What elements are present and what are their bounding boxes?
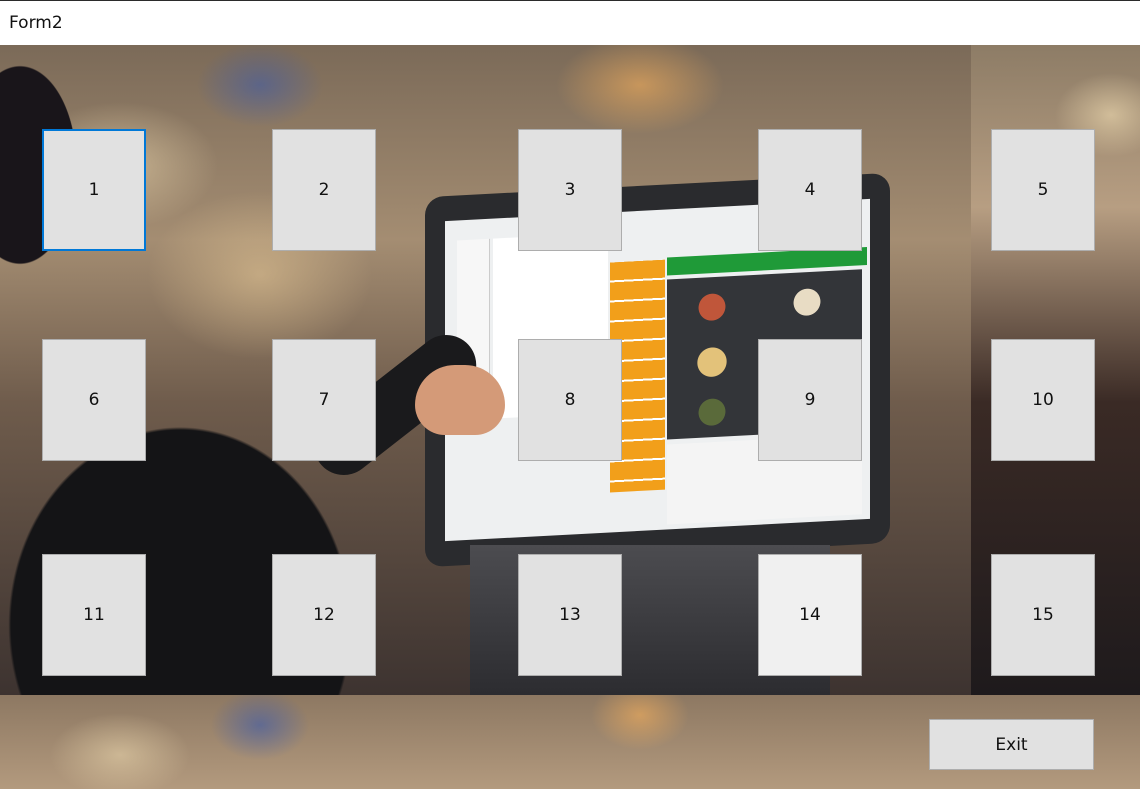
table-button-11[interactable]: 11 [42, 554, 146, 676]
background-person-hand [415, 365, 505, 435]
table-button-13[interactable]: 13 [518, 554, 622, 676]
table-button-15[interactable]: 15 [991, 554, 1095, 676]
table-button-12[interactable]: 12 [272, 554, 376, 676]
exit-button[interactable]: Exit [929, 719, 1094, 770]
table-button-2[interactable]: 2 [272, 129, 376, 251]
table-button-3[interactable]: 3 [518, 129, 622, 251]
table-button-5[interactable]: 5 [991, 129, 1095, 251]
window-title: Form2 [9, 13, 63, 33]
table-button-4[interactable]: 4 [758, 129, 862, 251]
table-button-1[interactable]: 1 [42, 129, 146, 251]
table-button-10[interactable]: 10 [991, 339, 1095, 461]
table-button-6[interactable]: 6 [42, 339, 146, 461]
table-button-7[interactable]: 7 [272, 339, 376, 461]
table-button-14[interactable]: 14 [758, 554, 862, 676]
table-button-8[interactable]: 8 [518, 339, 622, 461]
title-bar: Form2 [0, 0, 1140, 45]
form-client-area: 1 2 3 4 5 6 7 8 9 10 11 12 13 14 15 Exit [0, 45, 1140, 789]
table-button-9[interactable]: 9 [758, 339, 862, 461]
form2-window: Form2 1 2 3 4 5 6 7 8 9 10 11 12 13 14 1… [0, 0, 1140, 789]
